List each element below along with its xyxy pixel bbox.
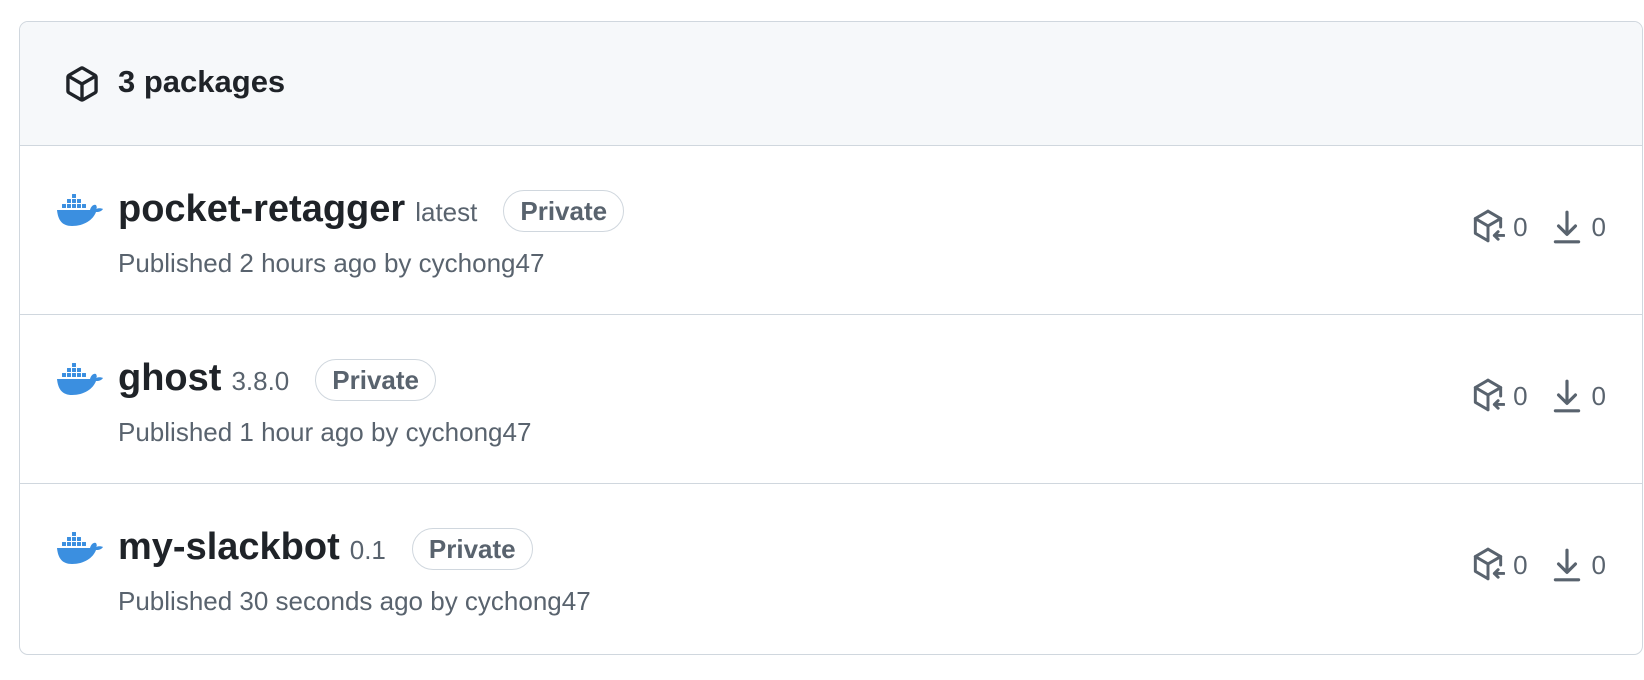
visibility-badge: Private <box>315 358 436 401</box>
package-dependents-icon <box>1473 378 1506 412</box>
package-title-line: my-slackbot 0.1 Private <box>118 524 533 573</box>
packages-box: 3 packages pocket-retagger latest Privat… <box>19 21 1643 655</box>
package-title-line: ghost 3.8.0 Private <box>118 355 436 404</box>
docker-icon <box>57 363 103 395</box>
package-row: ghost 3.8.0 Private Published 1 hour ago… <box>20 315 1642 484</box>
package-title-line: pocket-retagger latest Private <box>118 186 625 235</box>
downloads-stat: 0 <box>1550 546 1606 584</box>
package-row: my-slackbot 0.1 Private Published 30 sec… <box>20 484 1642 653</box>
package-name-link[interactable]: ghost <box>118 355 221 401</box>
package-stats: 0 0 <box>1471 208 1606 246</box>
dependents-count: 0 <box>1513 380 1528 411</box>
downloads-count: 0 <box>1591 549 1606 580</box>
package-stats: 0 0 <box>1471 546 1606 584</box>
visibility-badge: Private <box>503 189 625 232</box>
package-version: 0.1 <box>349 535 386 565</box>
package-name-link[interactable]: pocket-retagger <box>118 186 405 232</box>
dependents-stat: 0 <box>1471 377 1528 415</box>
package-published-info: Published 2 hours ago by cychong47 <box>118 248 545 278</box>
downloads-count: 0 <box>1591 211 1606 242</box>
package-dependents-icon <box>1473 209 1506 243</box>
dependents-stat: 0 <box>1471 208 1528 246</box>
packages-count-title: 3 packages <box>118 64 286 99</box>
downloads-stat: 0 <box>1550 377 1606 415</box>
package-published-info: Published 1 hour ago by cychong47 <box>118 417 532 447</box>
dependents-count: 0 <box>1513 549 1528 580</box>
dependents-count: 0 <box>1513 211 1528 242</box>
download-icon <box>1553 210 1580 244</box>
package-icon <box>66 66 98 102</box>
downloads-count: 0 <box>1591 380 1606 411</box>
package-name-link[interactable]: my-slackbot <box>118 524 340 570</box>
dependents-stat: 0 <box>1471 546 1528 584</box>
package-version: 3.8.0 <box>231 366 290 396</box>
package-stats: 0 0 <box>1471 377 1606 415</box>
package-published-info: Published 30 seconds ago by cychong47 <box>118 586 591 616</box>
docker-icon <box>57 194 103 226</box>
visibility-badge: Private <box>411 527 533 570</box>
docker-icon <box>57 532 103 564</box>
package-version: latest <box>415 197 478 227</box>
download-icon <box>1553 548 1580 582</box>
downloads-stat: 0 <box>1550 208 1606 246</box>
packages-header: 3 packages <box>20 22 1642 146</box>
package-row: pocket-retagger latest Private Published… <box>20 146 1642 315</box>
download-icon <box>1553 379 1580 413</box>
package-dependents-icon <box>1473 547 1506 581</box>
